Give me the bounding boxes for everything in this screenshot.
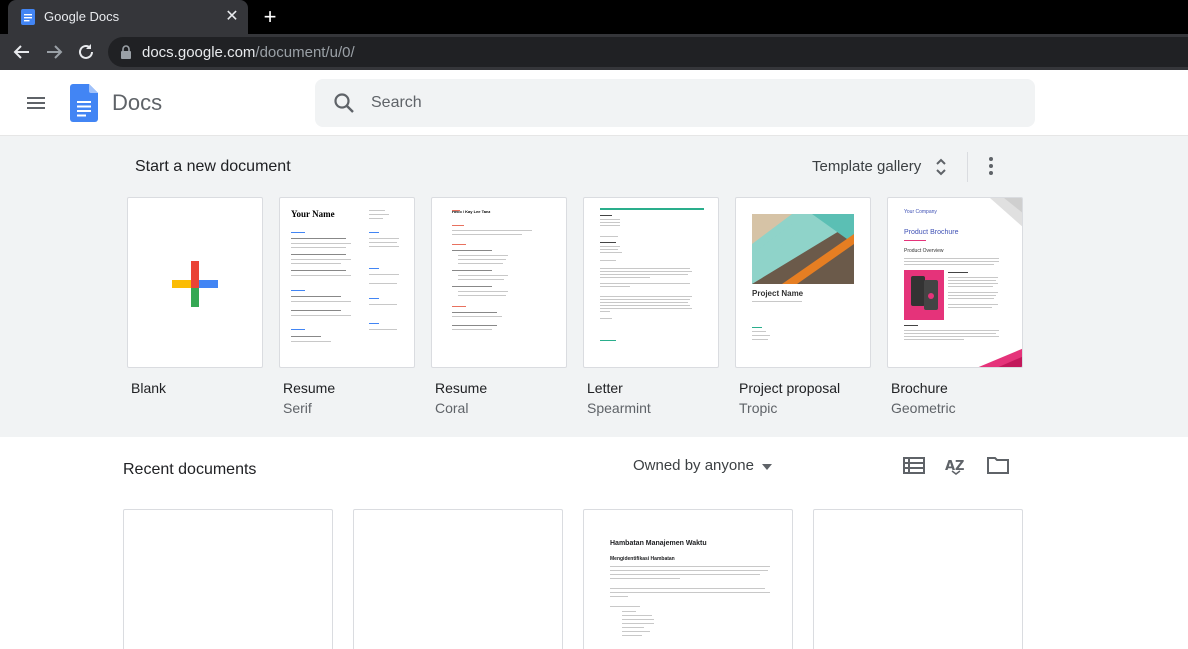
template-variant: Geometric <box>891 400 956 416</box>
divider <box>967 152 968 182</box>
recent-doc-card[interactable]: Hambatan Manajemen Waktu Mengidentifikas… <box>583 509 793 649</box>
address-bar[interactable]: docs.google.com/document/u/0/ <box>108 37 1188 67</box>
template-thumbnail[interactable]: Hello / Kay Lee Tanz <box>431 197 567 368</box>
preview-section: Product Overview <box>904 248 944 254</box>
template-card-brochure-geometric[interactable]: Your Company Product Brochure Product Ov… <box>887 197 1023 416</box>
search-box[interactable] <box>315 79 1035 127</box>
template-name: Project proposal <box>739 380 841 396</box>
preview-company: Your Company <box>904 209 937 215</box>
more-options-icon[interactable] <box>980 154 1002 178</box>
doc-preview-subtitle: Mengidentifikasi Hambatan <box>610 556 675 562</box>
plus-icon <box>172 261 218 307</box>
corner-pattern-bottom <box>978 348 1022 367</box>
url-path: /document/u/0/ <box>255 44 355 61</box>
template-card-resume-coral[interactable]: Hello / Kay Lee Tanz Resume Coral <box>431 197 567 416</box>
template-gallery-button[interactable]: Template gallery <box>806 150 927 184</box>
back-arrow-icon[interactable] <box>9 39 35 65</box>
dropdown-caret-icon[interactable] <box>762 464 772 470</box>
doc-preview-title: Hambatan Manajemen Waktu <box>610 540 707 547</box>
browser-toolbar: docs.google.com/document/u/0/ <box>0 34 1188 70</box>
corner-pattern <box>990 198 1022 227</box>
template-section: Start a new document Template gallery Bl… <box>0 136 1188 437</box>
recent-documents-heading: Recent documents <box>123 461 257 478</box>
template-name: Blank <box>131 380 167 396</box>
template-name: Brochure <box>891 380 948 396</box>
tab-title: Google Docs <box>44 9 120 24</box>
recent-doc-card[interactable] <box>813 509 1023 649</box>
template-variant: Tropic <box>739 400 778 416</box>
preview-product-image <box>904 270 944 320</box>
browser-tab[interactable]: Google Docs ✕ <box>8 0 248 34</box>
template-name: Resume <box>283 380 336 396</box>
tab-close-icon[interactable]: ✕ <box>222 7 242 27</box>
new-tab-icon[interactable]: + <box>258 6 282 28</box>
preview-title: Your Name <box>291 209 335 219</box>
template-thumbnail[interactable]: Project Name <box>735 197 871 368</box>
preview-graphic <box>752 214 854 284</box>
browser-tab-bar: Google Docs ✕ + <box>0 0 1188 34</box>
recent-doc-card[interactable] <box>123 509 333 649</box>
folder-icon[interactable] <box>986 455 1010 475</box>
template-card-resume-serif[interactable]: Your Name Resume Serif <box>279 197 415 416</box>
app-title[interactable]: Docs <box>112 90 162 116</box>
template-name: Resume <box>435 380 488 396</box>
search-input[interactable] <box>371 79 1011 127</box>
docs-favicon-icon <box>21 9 35 25</box>
template-thumbnail[interactable] <box>583 197 719 368</box>
preview-title: Project Name <box>752 289 804 298</box>
template-card-letter-spearmint[interactable]: Letter Spearmint <box>583 197 719 416</box>
search-icon[interactable] <box>333 92 355 114</box>
template-heading: Start a new document <box>135 158 291 175</box>
list-view-icon[interactable] <box>902 455 926 475</box>
docs-logo-icon[interactable] <box>70 84 98 122</box>
expand-collapse-icon[interactable] <box>934 156 948 178</box>
template-variant: Serif <box>283 400 312 416</box>
template-name: Letter <box>587 380 623 396</box>
url-text: docs.google.com/document/u/0/ <box>142 44 355 61</box>
template-variant: Coral <box>435 400 469 416</box>
forward-arrow-icon[interactable] <box>41 39 67 65</box>
url-host: docs.google.com <box>142 44 256 61</box>
lock-icon <box>121 45 131 59</box>
owned-by-filter[interactable]: Owned by anyone <box>633 456 754 476</box>
template-thumbnail[interactable]: Your Company Product Brochure Product Ov… <box>887 197 1023 368</box>
main-menu-icon[interactable] <box>24 91 48 115</box>
reload-icon[interactable] <box>73 39 99 65</box>
sort-az-icon[interactable]: AZ <box>944 455 968 475</box>
preview-title: Product Brochure <box>904 229 959 236</box>
template-variant: Spearmint <box>587 400 651 416</box>
template-thumbnail[interactable]: Your Name <box>279 197 415 368</box>
recent-doc-card[interactable] <box>353 509 563 649</box>
template-card-blank[interactable]: Blank <box>127 197 263 400</box>
svg-text:AZ: AZ <box>945 459 965 474</box>
app-header: Docs <box>0 70 1188 136</box>
template-thumbnail[interactable] <box>127 197 263 368</box>
template-card-project-proposal-tropic[interactable]: Project Name Project proposal Tropic <box>735 197 871 416</box>
